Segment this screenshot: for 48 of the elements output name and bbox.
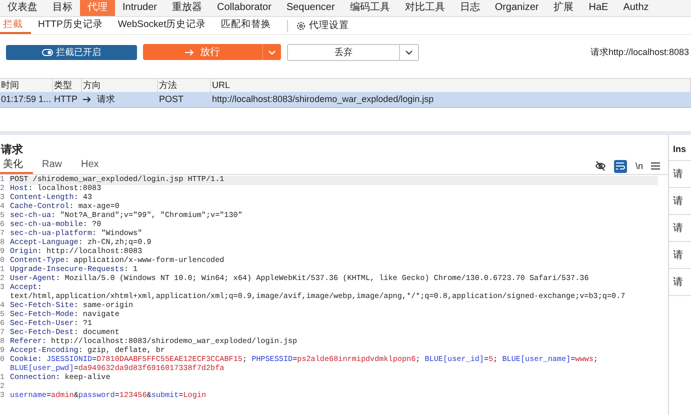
sub-tab[interactable]: WebSocket历史记录 (114, 17, 214, 34)
main-tab[interactable]: Collaborator (209, 0, 279, 16)
arrow-right-icon (83, 96, 91, 103)
editor-tab[interactable]: Raw (39, 158, 72, 174)
request-info: 请求http://localhost:8083 (590, 46, 689, 58)
editor-tab[interactable]: 美化 (0, 158, 33, 174)
wrap-icon (616, 162, 626, 170)
table-cell: 请求 (97, 94, 115, 105)
table-cell-text: HTTP (53, 94, 78, 105)
main-tab[interactable]: 重放器 (164, 0, 210, 16)
table-cell-text: POST (158, 94, 185, 105)
inspector-item[interactable]: 请 (669, 215, 691, 242)
table-cell-text: http://localhost:8083/shirodemo_war_exploded/login.jsp (211, 94, 435, 105)
newline-toggle[interactable]: \n (635, 161, 643, 171)
arrow-right-icon (185, 48, 194, 56)
inspector-item[interactable]: 请 (669, 242, 691, 269)
drop-dropdown[interactable] (399, 44, 418, 60)
main-tab[interactable]: Sequencer (278, 0, 342, 16)
inspector-item[interactable]: 请 (669, 161, 691, 188)
main-tab[interactable]: Intruder (115, 0, 164, 16)
table-row[interactable]: 01:17:59 1... HTTP 请求 POST http://localhost:8083/shirodemo_war_exploded/login.jsp (0, 92, 691, 108)
main-tab[interactable]: 对比工具 (397, 0, 452, 16)
proxy-settings-tab[interactable]: 代理设置 (296, 19, 350, 32)
main-tab[interactable]: 编码工具 (342, 0, 398, 16)
main-tab[interactable]: HaE (581, 0, 616, 16)
main-tab[interactable]: Organizer (487, 0, 546, 16)
sub-tab[interactable]: HTTP历史记录 (35, 17, 111, 34)
eye-off-icon[interactable] (595, 161, 606, 171)
main-tab[interactable]: Authz (616, 0, 656, 16)
table-cell-text: 01:17:59 1... (0, 94, 52, 105)
intercept-toggle-button[interactable]: 拦截已开启 (6, 44, 137, 60)
main-tab[interactable]: 仪表盘 (0, 0, 45, 16)
inspector-item[interactable]: 请 (669, 188, 691, 215)
caret-icon (268, 50, 276, 54)
main-tab[interactable]: 扩展 (546, 0, 582, 16)
forward-dropdown[interactable] (262, 44, 281, 60)
toggle-icon (42, 48, 53, 56)
panel-title: 请求 (0, 142, 24, 158)
menu-icon[interactable] (651, 162, 660, 170)
inspector-title: Ins (669, 135, 691, 161)
main-tab[interactable]: 目标 (45, 0, 80, 16)
editor-tab[interactable]: Hex (78, 158, 109, 174)
inspector-item[interactable]: 请 (669, 269, 691, 296)
wrap-button[interactable] (614, 160, 628, 172)
caret-icon (405, 50, 413, 54)
settings-icon (296, 20, 306, 30)
sub-tab[interactable]: 匹配和替换 (218, 17, 280, 34)
main-tab[interactable]: 日志 (452, 0, 488, 16)
